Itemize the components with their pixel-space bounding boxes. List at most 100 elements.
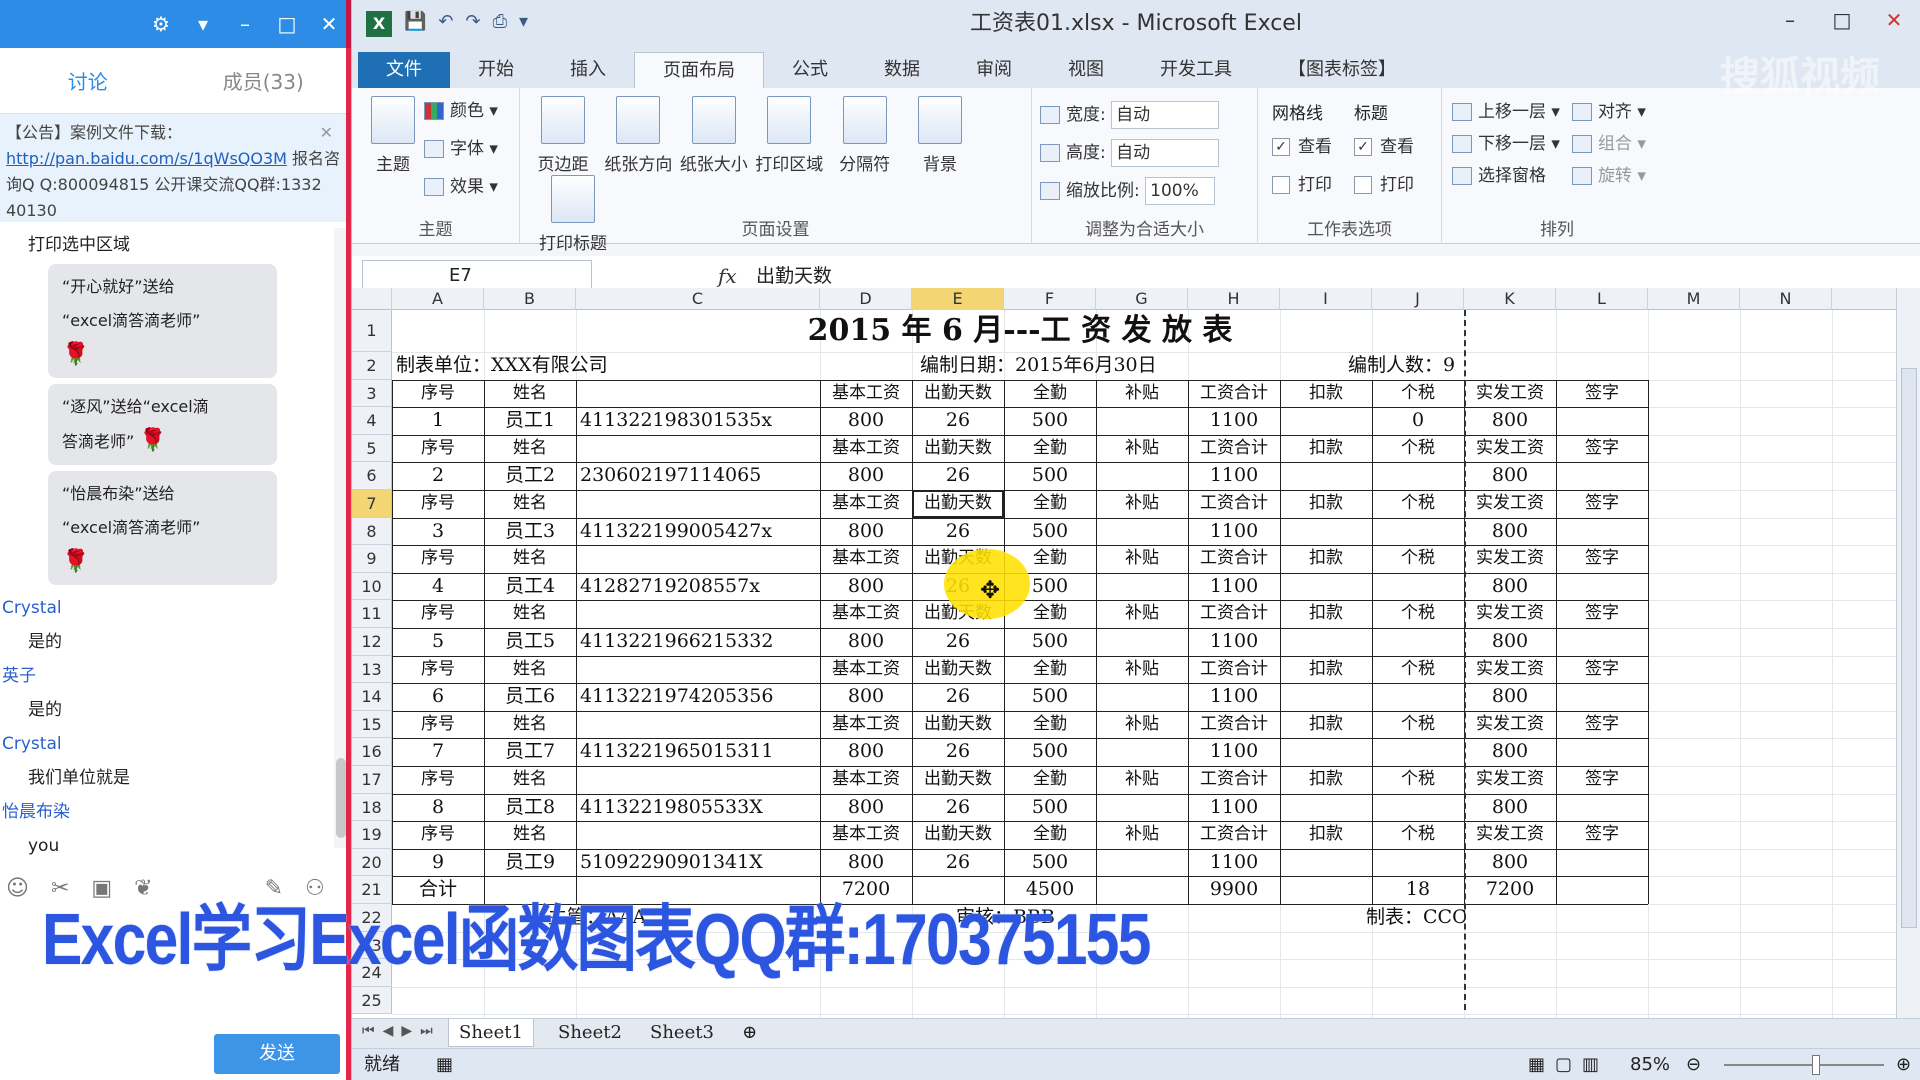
maximize-icon[interactable]: □ xyxy=(273,12,301,36)
header-cell[interactable]: 工资合计 xyxy=(1188,656,1280,684)
header-cell[interactable]: 工资合计 xyxy=(1188,435,1280,463)
view-buttons-icon[interactable]: ▦▢▥ xyxy=(1528,1049,1609,1080)
header-cell[interactable]: 扣款 xyxy=(1280,490,1372,518)
header-cell[interactable]: 扣款 xyxy=(1280,766,1372,794)
row-header-11[interactable]: 11 xyxy=(352,600,392,628)
data-cell[interactable]: 员工1 xyxy=(484,407,576,435)
data-cell[interactable]: 6 xyxy=(392,683,484,711)
zoom-level[interactable]: 85% xyxy=(1630,1049,1670,1080)
select-all-corner[interactable] xyxy=(352,288,392,310)
column-header-f[interactable]: F xyxy=(1004,288,1096,310)
header-cell[interactable]: 全勤 xyxy=(1004,435,1096,463)
data-cell[interactable]: 26 xyxy=(912,628,1004,656)
header-cell[interactable]: 个税 xyxy=(1372,656,1464,684)
header-cell[interactable]: 序号 xyxy=(392,656,484,684)
row-header-13[interactable]: 13 xyxy=(352,655,392,684)
header-cell[interactable]: 基本工资 xyxy=(820,490,912,518)
column-header-g[interactable]: G xyxy=(1096,288,1188,310)
header-cell[interactable]: 序号 xyxy=(392,600,484,628)
header-cell[interactable]: 个税 xyxy=(1372,711,1464,739)
data-cell[interactable]: 230602197114065 xyxy=(576,462,820,490)
data-cell[interactable]: 800 xyxy=(1464,462,1556,490)
header-cell[interactable]: 实发工资 xyxy=(1464,435,1556,463)
header-cell[interactable]: 个税 xyxy=(1372,766,1464,794)
header-cell[interactable]: 实发工资 xyxy=(1464,380,1556,408)
maker-label[interactable]: 制表：CCC xyxy=(1362,904,1546,932)
sheet-tab-sheet3[interactable]: Sheet3 xyxy=(640,1019,724,1047)
zoom-out-icon[interactable]: ⊖ xyxy=(1686,1049,1701,1080)
data-cell[interactable]: 8 xyxy=(392,794,484,822)
data-cell[interactable]: 1100 xyxy=(1188,518,1280,546)
emoji-icon[interactable]: ☺ xyxy=(6,876,29,901)
data-cell[interactable]: 1100 xyxy=(1188,462,1280,490)
data-cell[interactable]: 4113221974205356 xyxy=(576,683,820,711)
rotate-button[interactable]: 旋转 ▾ xyxy=(1571,160,1646,192)
unit-label[interactable]: 制表单位：XXX有限公司 xyxy=(392,352,912,380)
header-cell[interactable]: 扣款 xyxy=(1280,821,1372,849)
zoom-in-icon[interactable]: ⊕ xyxy=(1896,1049,1911,1080)
data-cell[interactable]: 2 xyxy=(392,462,484,490)
header-cell[interactable]: 序号 xyxy=(392,490,484,518)
data-cell[interactable]: 1100 xyxy=(1188,407,1280,435)
header-cell[interactable]: 全勤 xyxy=(1004,380,1096,408)
sheet-title[interactable]: 2015 年 6 月---工 资 发 放 表 xyxy=(392,310,1648,352)
header-cell[interactable]: 基本工资 xyxy=(820,380,912,408)
data-cell[interactable]: 800 xyxy=(820,628,912,656)
margins-button[interactable]: 页边距 xyxy=(528,96,598,175)
message-user[interactable]: 英子 xyxy=(0,659,351,693)
data-cell[interactable]: 26 xyxy=(912,407,1004,435)
data-cell[interactable]: 800 xyxy=(1464,849,1556,877)
header-cell[interactable]: 签字 xyxy=(1556,380,1648,408)
data-cell[interactable]: 800 xyxy=(820,462,912,490)
data-cell[interactable]: 800 xyxy=(820,738,912,766)
header-cell[interactable]: 姓名 xyxy=(484,380,576,408)
header-cell[interactable]: 基本工资 xyxy=(820,821,912,849)
data-cell[interactable]: 1100 xyxy=(1188,628,1280,656)
data-cell[interactable]: 26 xyxy=(912,518,1004,546)
row-header-12[interactable]: 12 xyxy=(352,628,392,656)
header-cell[interactable]: 序号 xyxy=(392,435,484,463)
header-cell[interactable]: 姓名 xyxy=(484,821,576,849)
row-header-18[interactable]: 18 xyxy=(352,793,392,822)
data-cell[interactable]: 500 xyxy=(1004,407,1096,435)
data-cell[interactable]: 员工7 xyxy=(484,738,576,766)
header-cell[interactable]: 序号 xyxy=(392,821,484,849)
breaks-button[interactable]: 分隔符 xyxy=(830,96,900,175)
total-cell[interactable]: 9900 xyxy=(1188,876,1280,904)
data-cell[interactable]: 1 xyxy=(392,407,484,435)
size-button[interactable]: 纸张大小 xyxy=(679,96,749,175)
header-cell[interactable]: 全勤 xyxy=(1004,766,1096,794)
fonts-button[interactable]: 字体 ▾ xyxy=(424,130,498,168)
column-header-m[interactable]: M xyxy=(1648,288,1740,310)
column-header-n[interactable]: N xyxy=(1740,288,1832,310)
announcement-link[interactable]: http://pan.baidu.com/s/1qWsQO3M xyxy=(6,149,287,168)
header-cell[interactable]: 扣款 xyxy=(1280,600,1372,628)
send-backward-button[interactable]: 下移一层 ▾ xyxy=(1452,128,1560,160)
themes-button[interactable]: 主题 xyxy=(358,96,428,175)
row-header-2[interactable]: 2 xyxy=(352,352,392,380)
macro-record-icon[interactable]: ▦ xyxy=(436,1049,453,1080)
tab-view[interactable]: 视图 xyxy=(1040,52,1132,88)
header-cell[interactable]: 全勤 xyxy=(1004,821,1096,849)
row-header-16[interactable]: 16 xyxy=(352,738,392,766)
tab-file[interactable]: 文件 xyxy=(358,52,450,88)
close-icon[interactable]: ✕ xyxy=(315,12,343,36)
column-header-a[interactable]: A xyxy=(392,288,484,310)
data-cell[interactable]: 7 xyxy=(392,738,484,766)
data-cell[interactable]: 800 xyxy=(1464,683,1556,711)
gridlines-view-checkbox[interactable]: ✓ 查看 xyxy=(1272,128,1332,166)
data-cell[interactable]: 500 xyxy=(1004,628,1096,656)
header-cell[interactable]: 工资合计 xyxy=(1188,711,1280,739)
header-cell[interactable]: 个税 xyxy=(1372,821,1464,849)
data-cell[interactable]: 41132219805533X xyxy=(576,794,820,822)
header-cell[interactable]: 补贴 xyxy=(1096,490,1188,518)
header-cell[interactable]: 基本工资 xyxy=(820,545,912,573)
data-cell[interactable]: 500 xyxy=(1004,738,1096,766)
message-user[interactable]: Crystal xyxy=(0,727,351,761)
data-cell[interactable]: 800 xyxy=(1464,738,1556,766)
tab-developer[interactable]: 开发工具 xyxy=(1132,52,1260,88)
data-cell[interactable]: 26 xyxy=(912,738,1004,766)
column-header-b[interactable]: B xyxy=(484,288,576,310)
data-cell[interactable]: 800 xyxy=(1464,573,1556,601)
header-cell[interactable]: 实发工资 xyxy=(1464,821,1556,849)
